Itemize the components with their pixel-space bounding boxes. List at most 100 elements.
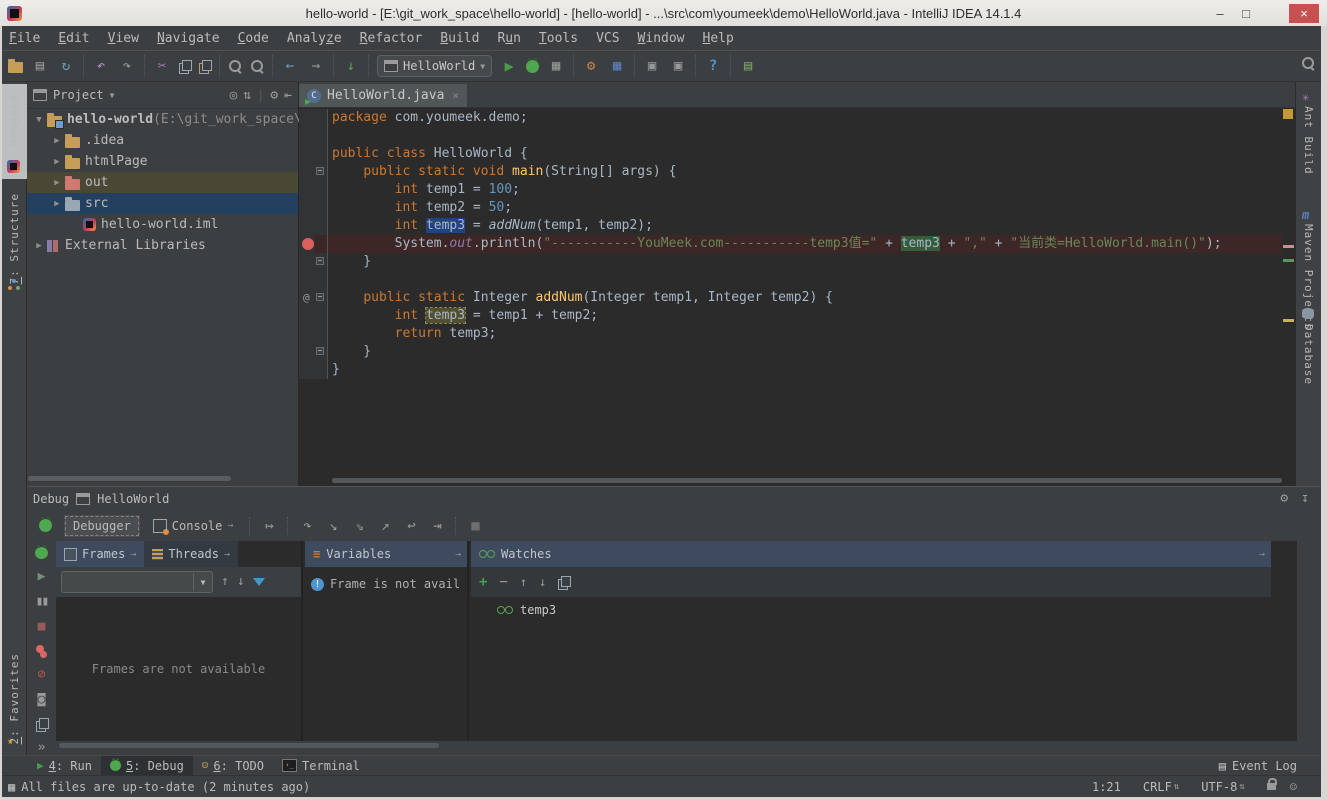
breakpoint-icon[interactable] bbox=[302, 238, 314, 250]
run-icon[interactable]: ▶ bbox=[500, 57, 518, 75]
toolwindow-button-todo[interactable]: ☺ 6: TODO bbox=[193, 756, 273, 776]
editor-hscrollbar[interactable] bbox=[332, 478, 1282, 483]
force-step-into-icon[interactable]: ⇘ bbox=[348, 518, 370, 534]
tree-item-hello-world-iml[interactable]: hello-world.iml bbox=[27, 214, 298, 235]
settings-icon[interactable]: ⚙ bbox=[582, 57, 600, 75]
replace-icon[interactable] bbox=[250, 59, 264, 73]
restore-layout-icon[interactable] bbox=[36, 718, 48, 730]
gutter-cell[interactable] bbox=[299, 307, 328, 325]
thread-dump-icon[interactable]: ◙ bbox=[38, 693, 46, 707]
locate-file-icon[interactable]: ◎ bbox=[229, 88, 237, 103]
tree-item-out[interactable]: ▶out bbox=[27, 172, 298, 193]
view-breakpoints-icon[interactable] bbox=[36, 645, 48, 657]
stripe-mark[interactable] bbox=[1283, 319, 1294, 322]
tab-frames[interactable]: Frames → bbox=[56, 541, 144, 567]
mute-breakpoints-icon[interactable]: ⊘ bbox=[38, 668, 46, 682]
redo-icon[interactable]: ↷ bbox=[118, 57, 136, 75]
tree-expand-arrow[interactable]: ▶ bbox=[49, 199, 65, 209]
gear-icon[interactable]: ⚙ bbox=[270, 88, 278, 103]
menu-refactor[interactable]: Refactor bbox=[351, 31, 432, 46]
chevron-down-icon[interactable]: ▼ bbox=[193, 573, 212, 591]
menu-file[interactable]: File bbox=[0, 31, 49, 46]
hide-panel-icon[interactable]: ↧ bbox=[1301, 491, 1309, 506]
frame-down-icon[interactable]: ↓ bbox=[237, 575, 245, 589]
menu-analyze[interactable]: Analyze bbox=[278, 31, 351, 46]
stripe-mark[interactable] bbox=[1283, 245, 1294, 248]
toolwindow-button-debug[interactable]: 5: Debug bbox=[101, 756, 193, 776]
fold-marker-icon[interactable] bbox=[316, 293, 324, 301]
stripe-mark[interactable] bbox=[1283, 259, 1294, 262]
toolwindow-button-structure[interactable]: 7: Structure bbox=[2, 184, 27, 294]
step-into-icon[interactable]: ↘ bbox=[322, 518, 344, 534]
caret-position[interactable]: 1:21 bbox=[1084, 780, 1129, 794]
run-to-cursor-icon[interactable]: ⇥ bbox=[426, 518, 448, 534]
fold-marker-icon[interactable] bbox=[316, 257, 324, 265]
toolwindow-button-database[interactable]: Database bbox=[1302, 324, 1315, 385]
watches-header[interactable]: Watches → bbox=[471, 541, 1271, 567]
open-icon[interactable] bbox=[8, 62, 23, 73]
variables-header[interactable]: ≡ Variables → bbox=[305, 541, 467, 567]
tab-debugger[interactable]: Debugger bbox=[64, 515, 140, 537]
menu-build[interactable]: Build bbox=[431, 31, 488, 46]
tab-console[interactable]: Console → bbox=[144, 515, 243, 537]
close-tab-icon[interactable]: × bbox=[452, 89, 459, 102]
menu-edit[interactable]: Edit bbox=[49, 31, 98, 46]
collapse-all-icon[interactable]: ⇤ bbox=[284, 88, 292, 103]
toolwindow-button-terminal[interactable]: ›_ Terminal bbox=[273, 756, 369, 776]
synchronize-icon[interactable]: ↻ bbox=[57, 57, 75, 75]
gutter-cell[interactable] bbox=[299, 163, 328, 181]
fold-marker-icon[interactable] bbox=[316, 167, 324, 175]
toolwindow-button-run[interactable]: ▶ 4: Run bbox=[28, 756, 101, 776]
menu-navigate[interactable]: Navigate bbox=[148, 31, 229, 46]
menu-code[interactable]: Code bbox=[229, 31, 278, 46]
tree-expand-arrow[interactable]: ▶ bbox=[49, 136, 65, 146]
frame-up-icon[interactable]: ↑ bbox=[221, 575, 229, 589]
sync-android-icon[interactable]: ▣ bbox=[643, 57, 661, 75]
gutter-cell[interactable] bbox=[299, 361, 328, 379]
move-up-icon[interactable]: ↑ bbox=[520, 575, 527, 589]
gutter-cell[interactable]: @ bbox=[299, 289, 328, 307]
forward-icon[interactable]: → bbox=[307, 57, 325, 75]
gutter-cell[interactable] bbox=[299, 343, 328, 361]
minimize-button[interactable]: – bbox=[1207, 4, 1233, 23]
tree-expand-arrow[interactable]: ▶ bbox=[49, 157, 65, 167]
project-panel-title[interactable]: Project bbox=[53, 88, 104, 102]
encoding-select[interactable]: UTF-8⇅ bbox=[1193, 780, 1253, 794]
menu-tools[interactable]: Tools bbox=[530, 31, 587, 46]
toolwindow-button-favorites[interactable]: 2: Favorites bbox=[2, 644, 27, 754]
gutter-cell[interactable] bbox=[299, 217, 328, 235]
step-out-icon[interactable]: ↗ bbox=[374, 518, 396, 534]
add-watch-icon[interactable]: + bbox=[479, 574, 487, 590]
filter-icon[interactable] bbox=[253, 578, 265, 586]
fold-marker-icon[interactable] bbox=[316, 347, 324, 355]
gutter-cell[interactable] bbox=[299, 253, 328, 271]
menu-help[interactable]: Help bbox=[694, 31, 743, 46]
gutter-cell[interactable] bbox=[299, 325, 328, 343]
drop-frame-icon[interactable]: ↩ bbox=[400, 518, 422, 534]
undo-icon[interactable]: ↶ bbox=[92, 57, 110, 75]
back-icon[interactable]: ← bbox=[281, 57, 299, 75]
tree-item-htmlpage[interactable]: ▶htmlPage bbox=[27, 151, 298, 172]
copy-icon[interactable] bbox=[179, 60, 191, 73]
gutter-cell[interactable] bbox=[299, 145, 328, 163]
save-and-run-icon[interactable]: ▤ bbox=[739, 57, 757, 75]
coverage-icon[interactable]: ▦ bbox=[547, 57, 565, 75]
android-device-icon[interactable]: ▣ bbox=[669, 57, 687, 75]
menu-window[interactable]: Window bbox=[629, 31, 694, 46]
menu-vcs[interactable]: VCS bbox=[587, 31, 628, 46]
code-area[interactable]: package com.youmeek.demo;public class He… bbox=[299, 109, 1282, 379]
tree-item-src[interactable]: ▶src bbox=[27, 193, 298, 214]
move-down-icon[interactable]: ↓ bbox=[539, 575, 546, 589]
help-icon[interactable]: ? bbox=[704, 57, 722, 75]
maximize-button[interactable]: □ bbox=[1233, 4, 1259, 23]
gutter-cell[interactable] bbox=[299, 199, 328, 217]
menu-view[interactable]: View bbox=[99, 31, 148, 46]
toolwindow-button-ant[interactable]: Ant Build bbox=[1302, 106, 1315, 175]
resume-icon[interactable]: ▶ bbox=[38, 570, 46, 584]
error-stripe[interactable] bbox=[1282, 109, 1295, 479]
tree-item--idea[interactable]: ▶.idea bbox=[27, 130, 298, 151]
gutter-cell[interactable] bbox=[299, 181, 328, 199]
remove-watch-icon[interactable]: − bbox=[499, 574, 507, 590]
debug-hscrollbar[interactable] bbox=[59, 743, 439, 748]
debug-icon[interactable] bbox=[526, 60, 539, 73]
